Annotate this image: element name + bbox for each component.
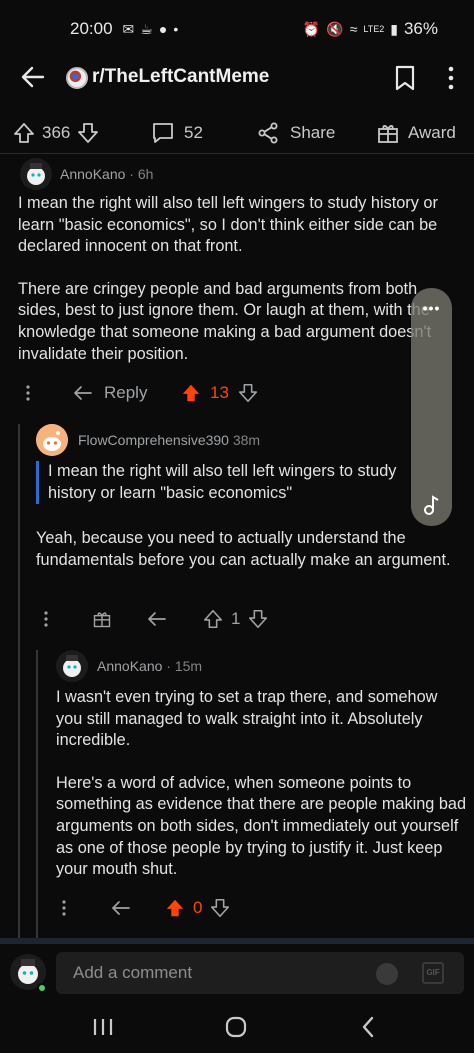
reply-arrow-icon: [74, 386, 92, 400]
upvote-active-icon[interactable]: [164, 897, 186, 919]
more-options-icon[interactable]: [56, 898, 72, 918]
award-label: Award: [408, 123, 456, 142]
status-bar: 20:00 ✉ ☕ ● • ⏰ 🔇 ≈ LTE2 ▮ 36%: [0, 0, 474, 58]
more-options-icon[interactable]: [440, 64, 462, 92]
vote-group: 1: [202, 608, 269, 630]
app-bar: r/TheLeftCantMeme: [0, 58, 474, 98]
username[interactable]: AnnoKano: [60, 166, 125, 182]
dot-icon: •: [173, 20, 179, 37]
back-arrow-icon[interactable]: [18, 62, 48, 92]
comment-paragraph: I mean the right will also tell left win…: [18, 194, 438, 256]
reply-label: Reply: [104, 383, 148, 402]
upvote-icon[interactable]: [12, 121, 36, 145]
downvote-icon[interactable]: [209, 897, 231, 919]
comment-paragraph: Here's a word of advice, when someone po…: [56, 773, 467, 879]
avatar[interactable]: [56, 650, 88, 682]
comment-actions: 1: [36, 607, 456, 631]
comment-score: 13: [210, 383, 229, 402]
alarm-icon: ⏰: [302, 20, 321, 37]
comment-author[interactable]: AnnoKano · 6h: [60, 166, 153, 182]
online-status-dot: [37, 983, 47, 993]
avatar[interactable]: [20, 158, 52, 190]
comment-actions: 0: [56, 896, 456, 920]
network-label: LTE2: [363, 24, 385, 34]
system-nav-bar: [0, 1001, 474, 1053]
emoji-icon[interactable]: [376, 963, 398, 985]
more-options-icon[interactable]: [20, 383, 36, 403]
comment-body: I wasn't even trying to set a trap there…: [56, 687, 466, 881]
reddit-icon: ●: [158, 20, 168, 37]
award-button[interactable]: Award: [376, 121, 456, 145]
upvote-active-icon[interactable]: [180, 382, 202, 404]
home-icon[interactable]: [225, 1016, 247, 1038]
recent-apps-icon[interactable]: [92, 1017, 114, 1037]
media-overlay-panel[interactable]: •••: [411, 288, 452, 526]
mail-icon: ✉: [122, 20, 135, 37]
vote-group: 13: [180, 382, 259, 404]
wifi-icon: ≈: [349, 21, 358, 37]
post-action-bar: 366 52 Share Award: [0, 113, 474, 153]
gift-icon[interactable]: [92, 609, 112, 629]
comment-paragraph: Yeah, because you need to actually under…: [36, 529, 451, 569]
downvote-icon[interactable]: [237, 382, 259, 404]
thread-line[interactable]: [18, 424, 20, 944]
overlay-menu-icon[interactable]: •••: [411, 300, 452, 316]
post-score: 366: [42, 123, 71, 142]
username[interactable]: AnnoKano: [97, 658, 162, 674]
reply-arrow-icon[interactable]: [146, 609, 168, 629]
comment-input[interactable]: Add a comment GIF: [56, 952, 464, 994]
divider: [0, 153, 474, 154]
subreddit-avatar[interactable]: [66, 67, 88, 89]
post-vote-group: 366: [12, 121, 100, 145]
subreddit-name[interactable]: r/TheLeftCantMeme: [92, 66, 269, 88]
cup-icon: ☕: [140, 20, 153, 37]
username[interactable]: FlowComprehensive390: [78, 432, 229, 448]
quote-block: I mean the right will also tell left win…: [36, 461, 418, 505]
upvote-icon[interactable]: [202, 608, 224, 630]
comment-body: Yeah, because you need to actually under…: [36, 528, 452, 571]
back-nav-icon[interactable]: [360, 1016, 376, 1038]
battery-percent: 36%: [403, 19, 438, 38]
comment-body: I mean the right will also tell left win…: [18, 193, 464, 365]
music-note-icon[interactable]: [422, 494, 442, 516]
notification-icons: ✉ ☕ ● •: [123, 21, 179, 38]
comment-author[interactable]: FlowComprehensive390 38m: [78, 432, 260, 448]
comments-button[interactable]: 52: [150, 121, 203, 145]
comment-bubble-icon: [153, 123, 173, 143]
comment-score: 1: [231, 609, 241, 628]
share-label: Share: [290, 123, 336, 142]
status-time: 20:00: [70, 19, 113, 38]
status-right: ⏰ 🔇 ≈ LTE2 ▮ 36%: [303, 19, 438, 39]
reply-arrow-icon[interactable]: [110, 898, 132, 918]
more-options-icon[interactable]: [38, 609, 54, 629]
reply-button[interactable]: Reply: [72, 383, 147, 403]
thread-line[interactable]: [36, 650, 38, 940]
share-icon: [258, 122, 278, 144]
comment-placeholder: Add a comment: [73, 963, 193, 982]
bookmark-icon[interactable]: [394, 64, 416, 92]
comment-age: 15m: [174, 658, 203, 674]
comment-composer: Add a comment GIF: [0, 938, 474, 1001]
comment-age: 38m: [232, 432, 261, 448]
downvote-icon[interactable]: [76, 121, 100, 145]
comment-score: 0: [193, 898, 203, 917]
comment-actions: Reply 13: [18, 381, 458, 405]
comment-paragraph: There are cringey people and bad argumen…: [18, 279, 432, 363]
avatar[interactable]: [36, 424, 68, 456]
comment-count: 52: [184, 123, 203, 142]
gift-icon: [378, 125, 398, 143]
downvote-icon[interactable]: [247, 608, 269, 630]
comment-paragraph: I wasn't even trying to set a trap there…: [56, 688, 438, 750]
signal-icon: ▮: [390, 20, 398, 37]
comment-age: 6h: [137, 166, 154, 182]
gif-icon[interactable]: GIF: [422, 962, 444, 984]
mute-icon: 🔇: [326, 20, 344, 37]
share-button[interactable]: Share: [256, 121, 335, 145]
vote-group: 0: [164, 897, 231, 919]
comment-author[interactable]: AnnoKano · 15m: [97, 658, 202, 674]
